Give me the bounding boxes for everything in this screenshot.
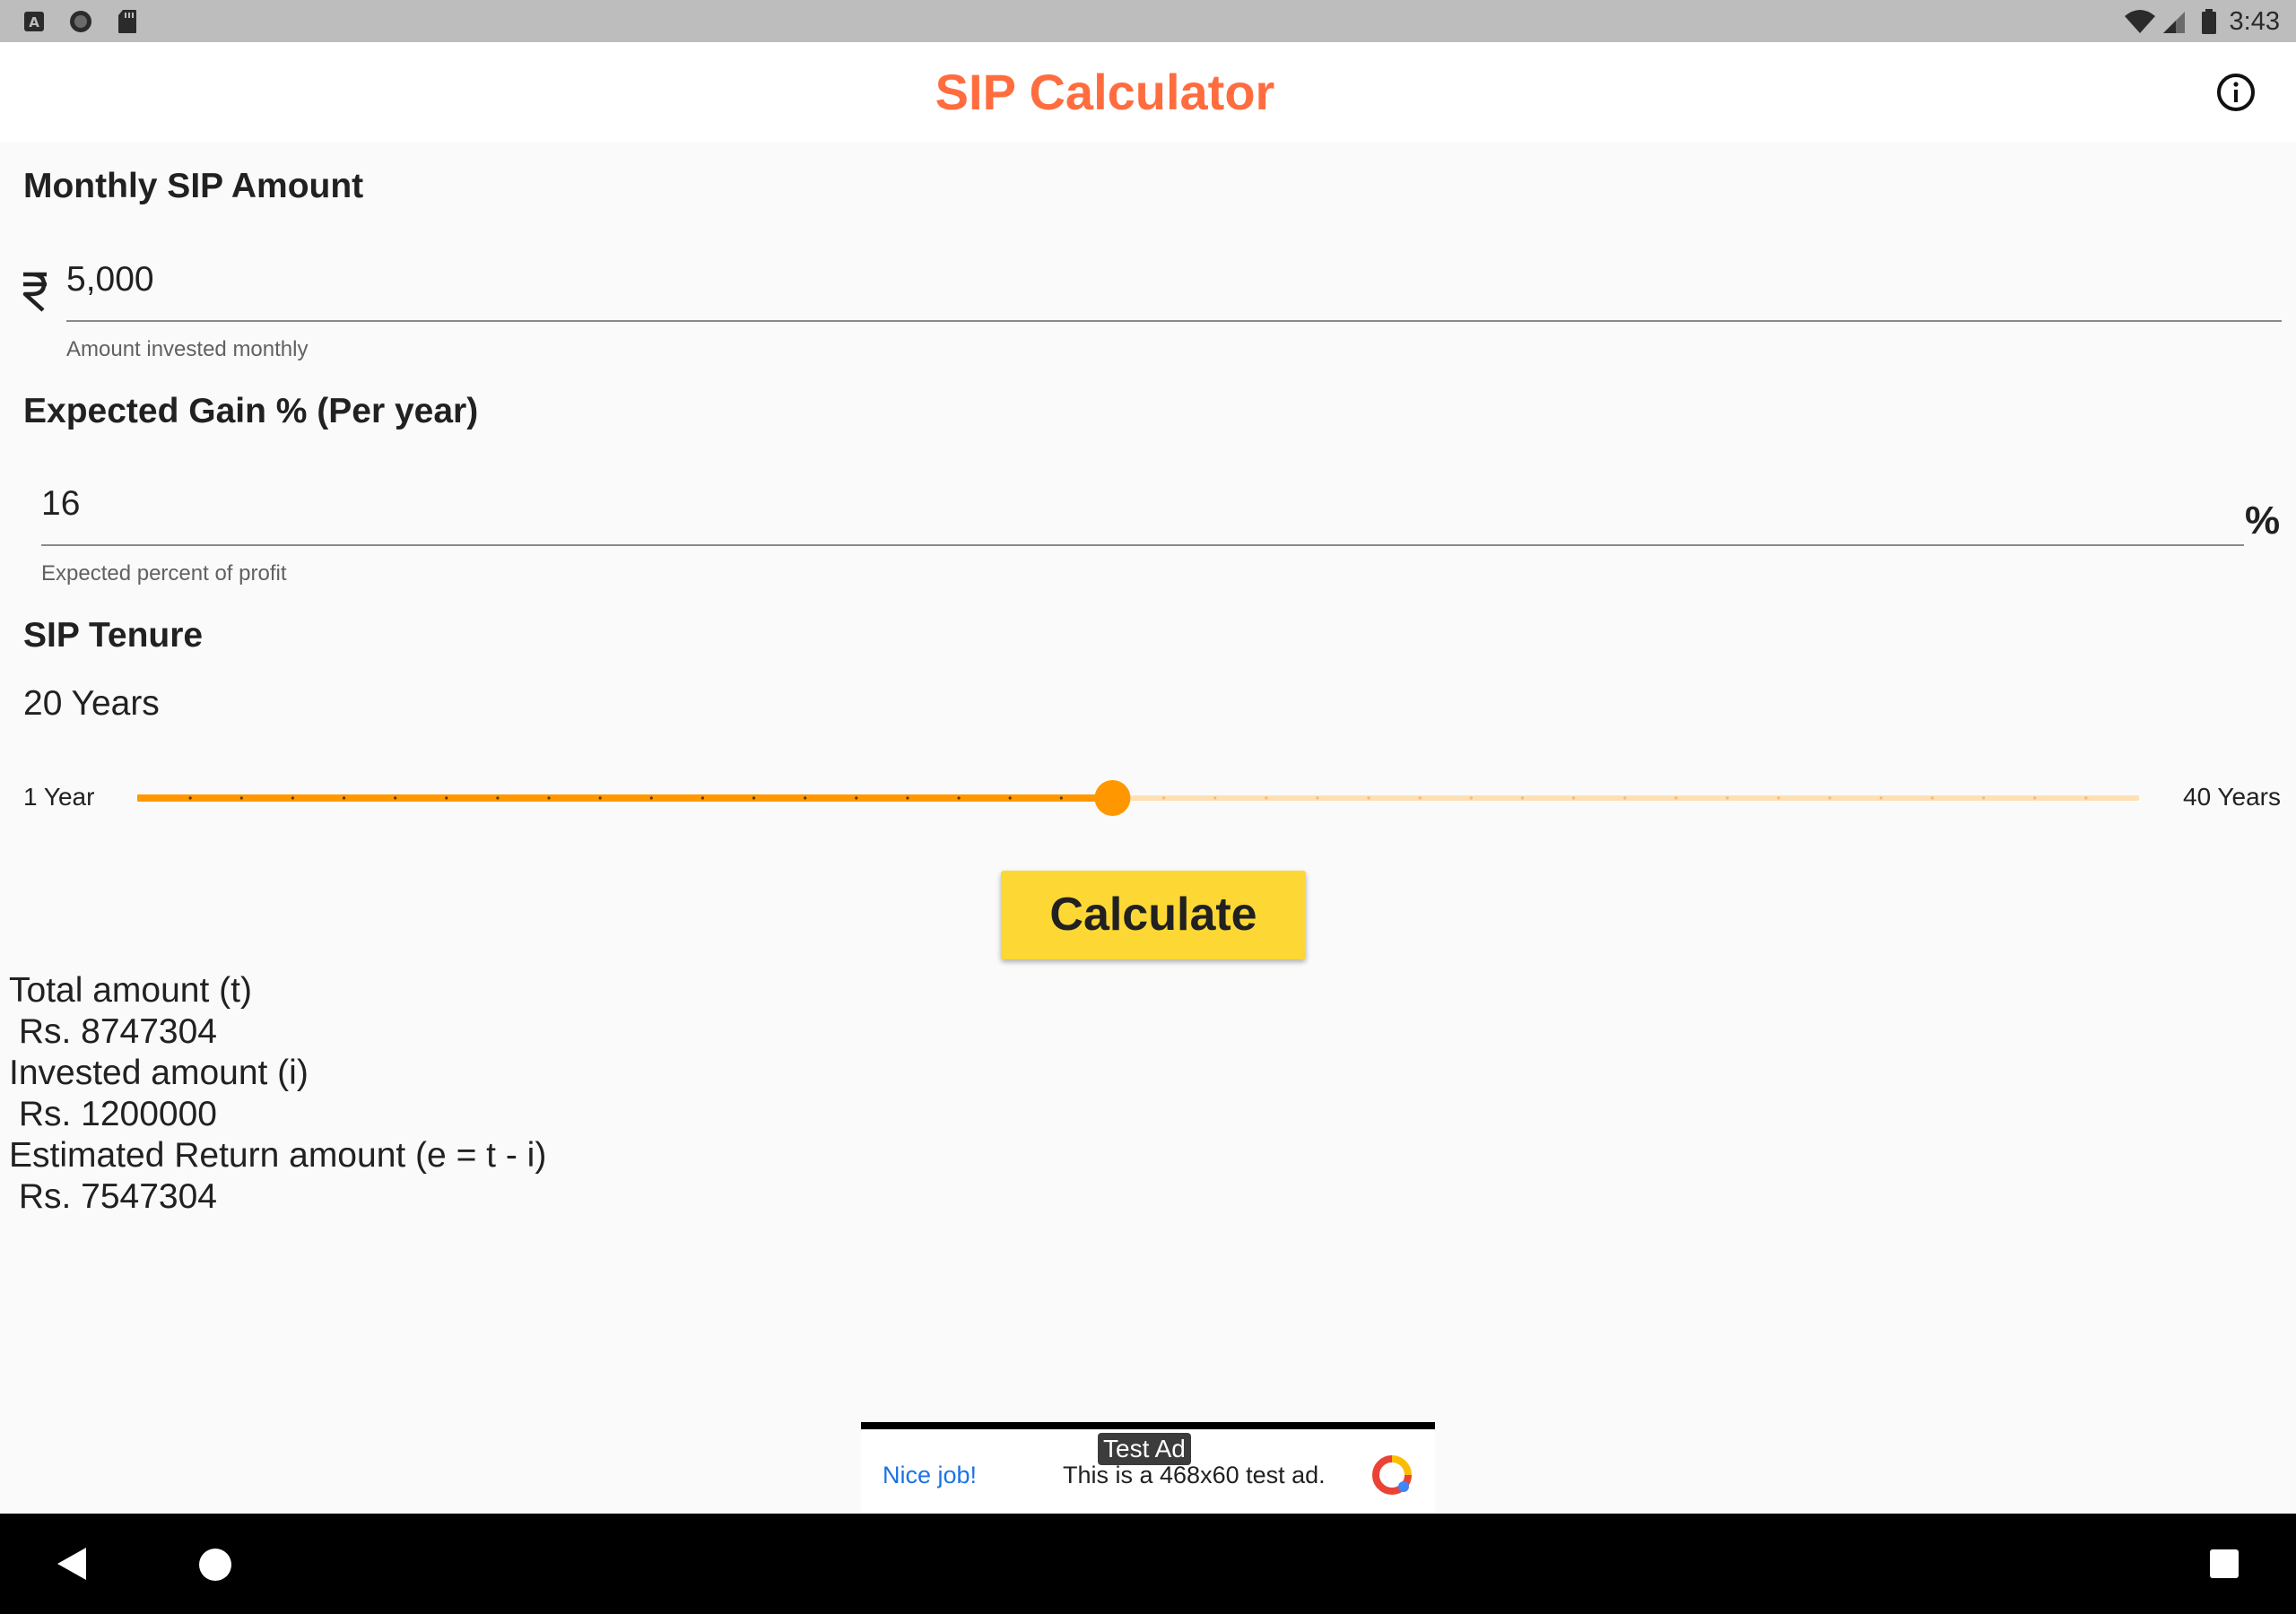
ad-text[interactable]: This is a 468x60 test ad. [1063, 1462, 1326, 1489]
slider-tick [1930, 796, 1935, 800]
page-title: SIP Calculator [935, 64, 1275, 120]
slider-tick [188, 796, 192, 800]
slider-tick [1726, 796, 1729, 800]
total-amount-label: Total amount (t) [9, 971, 252, 1010]
calculate-button[interactable]: Calculate [1001, 871, 1306, 959]
slider-tick [1059, 796, 1063, 800]
expected-gain-helper: Expected percent of profit [41, 561, 287, 586]
slider-tick [496, 796, 500, 800]
slider-thumb[interactable] [1094, 780, 1131, 816]
percent-suffix: % [2245, 499, 2281, 542]
slider-tick [291, 796, 294, 800]
home-icon[interactable] [198, 1548, 232, 1582]
total-amount-value: Rs. 8747304 [9, 1012, 218, 1051]
expected-gain-underline [41, 544, 2244, 546]
slider-tick [804, 796, 807, 800]
slider-tick [649, 796, 653, 800]
slider-tick [957, 796, 961, 800]
slider-tick [1879, 796, 1883, 800]
slider-tick [1418, 796, 1422, 800]
slider-tick [342, 796, 346, 800]
slider-tick [1316, 796, 1319, 800]
ad-banner[interactable]: Nice job! This is a 468x60 test ad. Test… [861, 1422, 1435, 1512]
slider-tick [1213, 796, 1217, 800]
monthly-amount-underline [66, 320, 2282, 322]
text-a-icon: A [24, 12, 44, 31]
sd-card-icon [118, 10, 136, 33]
slider-tick [445, 796, 448, 800]
slider-tick [1623, 796, 1627, 800]
return-amount-label: Estimated Return amount (e = t - i) [9, 1136, 547, 1175]
invested-amount-label: Invested amount (i) [9, 1054, 309, 1092]
slider-tick [1571, 796, 1576, 800]
status-bar: A 3:43 [0, 0, 2296, 42]
slider-track[interactable] [137, 777, 2139, 819]
results-panel: Total amount (t) Rs. 8747304 Invested am… [9, 970, 546, 1218]
ad-headline[interactable]: Nice job! [883, 1462, 977, 1489]
slider-tick [2084, 796, 2088, 800]
ad-logo-icon[interactable] [1371, 1454, 1413, 1496]
recents-icon[interactable] [2209, 1549, 2239, 1579]
svg-text:A: A [29, 14, 39, 30]
slider-tick [239, 796, 243, 800]
slider-tick [1265, 796, 1268, 800]
navigation-bar [0, 1514, 2296, 1614]
slider-tick [1469, 796, 1473, 800]
app-bar: SIP Calculator [0, 42, 2296, 143]
slider-tick [855, 796, 858, 800]
slider-tick [547, 796, 551, 800]
slider-tick [752, 796, 756, 800]
slider-tick [1828, 796, 1831, 800]
slider-tick [1161, 796, 1166, 800]
return-amount-value: Rs. 7547304 [9, 1177, 218, 1216]
slider-tick [1367, 796, 1370, 800]
back-icon[interactable] [56, 1547, 88, 1581]
circle-icon [70, 11, 91, 32]
clock-text: 3:43 [2229, 7, 2280, 36]
slider-min-label: 1 Year [23, 783, 95, 811]
info-icon[interactable] [2215, 72, 2257, 113]
cell-signal-icon [2163, 12, 2185, 33]
slider-tick [906, 796, 909, 800]
tenure-value: 20 Years [23, 684, 160, 723]
tenure-slider[interactable] [137, 777, 2139, 819]
wifi-icon [2125, 10, 2155, 33]
slider-max-label: 40 Years [2183, 783, 2281, 811]
slider-tick [700, 796, 705, 800]
battery-icon [2202, 9, 2216, 34]
slider-tick [598, 796, 602, 800]
invested-amount-value: Rs. 1200000 [9, 1095, 218, 1133]
slider-tick [1674, 796, 1678, 800]
expected-gain-input[interactable]: 16 [41, 484, 80, 524]
monthly-amount-helper: Amount invested monthly [66, 337, 309, 361]
slider-tick [1008, 796, 1012, 800]
expected-gain-label: Expected Gain % (Per year) [23, 392, 479, 430]
slider-tick [2033, 796, 2037, 800]
slider-tick [1520, 796, 1525, 800]
monthly-amount-input[interactable]: 5,000 [66, 260, 154, 299]
monthly-sip-label: Monthly SIP Amount [23, 167, 364, 205]
rupee-icon [22, 272, 47, 312]
sip-tenure-label: SIP Tenure [23, 616, 204, 655]
slider-tick [394, 796, 397, 800]
slider-tick [1777, 796, 1780, 800]
ad-badge: Test Ad [1098, 1433, 1191, 1465]
slider-tick [1982, 796, 1986, 800]
